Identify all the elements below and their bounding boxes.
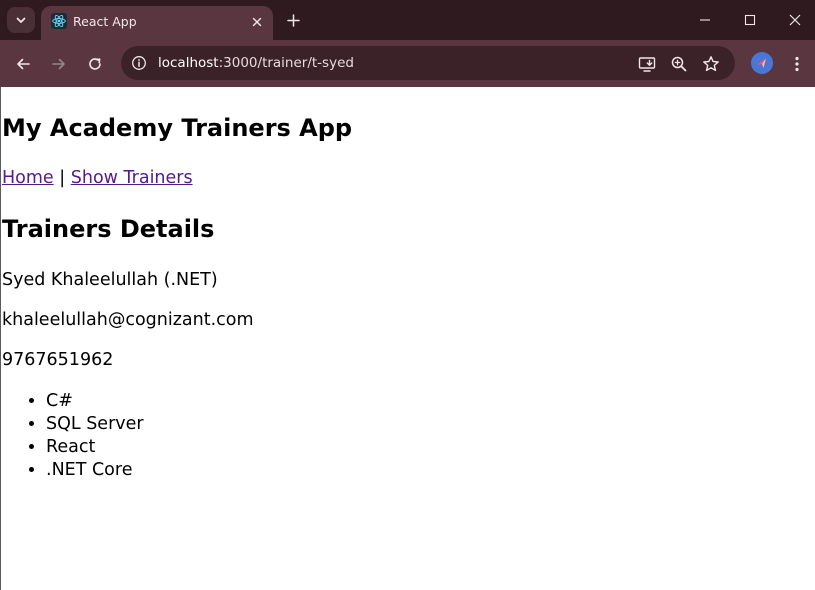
new-tab-button[interactable] <box>281 8 305 32</box>
zoom-button[interactable] <box>668 53 690 75</box>
address-bar[interactable]: localhost:3000/trainer/t-syed <box>121 46 735 80</box>
skill-item: C# <box>46 390 144 413</box>
trainer-name: Syed Khaleelullah (.NET) <box>2 270 218 290</box>
back-button[interactable] <box>10 51 36 77</box>
close-tab-button[interactable] <box>248 13 266 31</box>
skills-list: C# SQL Server React .NET Core <box>1 390 144 482</box>
maximize-icon <box>744 14 756 26</box>
browser-menu-button[interactable] <box>786 51 808 77</box>
info-icon <box>132 56 146 70</box>
skill-item: .NET Core <box>46 459 144 482</box>
section-title: Trainers Details <box>2 215 215 243</box>
minimize-button[interactable] <box>683 6 727 34</box>
zoom-icon <box>671 56 687 72</box>
nav-separator: | <box>59 168 66 188</box>
install-app-button[interactable] <box>636 53 658 75</box>
show-trainers-link[interactable]: Show Trainers <box>71 168 193 188</box>
close-icon <box>789 14 801 26</box>
browser-tabstrip: React App <box>0 0 815 40</box>
home-link[interactable]: Home <box>2 168 54 188</box>
tab-title: React App <box>73 14 137 29</box>
plus-icon <box>286 13 300 27</box>
close-icon <box>252 17 262 27</box>
browser-tab[interactable]: React App <box>41 6 273 40</box>
install-app-icon <box>638 57 656 72</box>
nav-links: Home | Show Trainers <box>2 168 193 188</box>
star-icon <box>703 56 719 72</box>
trainer-email: khaleelullah@cognizant.com <box>2 310 254 330</box>
reload-icon <box>89 58 101 70</box>
site-info-button[interactable] <box>129 53 149 73</box>
minimize-icon <box>700 19 710 21</box>
react-logo-icon <box>51 13 67 29</box>
maximize-button[interactable] <box>728 6 772 34</box>
browser-toolbar: localhost:3000/trainer/t-syed <box>0 40 815 87</box>
skill-item: React <box>46 436 144 459</box>
app-title: My Academy Trainers App <box>2 114 353 142</box>
arrow-right-icon <box>52 58 65 70</box>
chevron-down-icon <box>16 17 26 23</box>
page-content: My Academy Trainers App Home | Show Trai… <box>0 87 815 590</box>
reload-button[interactable] <box>82 51 108 77</box>
arrow-left-icon <box>17 58 30 70</box>
url-host: localhost <box>158 55 219 71</box>
profile-button[interactable] <box>751 52 773 74</box>
profile-avatar-icon <box>757 58 766 68</box>
bookmark-button[interactable] <box>700 53 722 75</box>
close-window-button[interactable] <box>773 6 815 34</box>
forward-button[interactable] <box>46 51 72 77</box>
address-url[interactable]: localhost:3000/trainer/t-syed <box>158 55 354 71</box>
url-path: :3000/trainer/t-syed <box>218 55 354 71</box>
kebab-menu-icon <box>795 56 799 72</box>
tab-search-button[interactable] <box>7 7 35 33</box>
skill-item: SQL Server <box>46 413 144 436</box>
trainer-phone: 9767651962 <box>2 350 114 370</box>
